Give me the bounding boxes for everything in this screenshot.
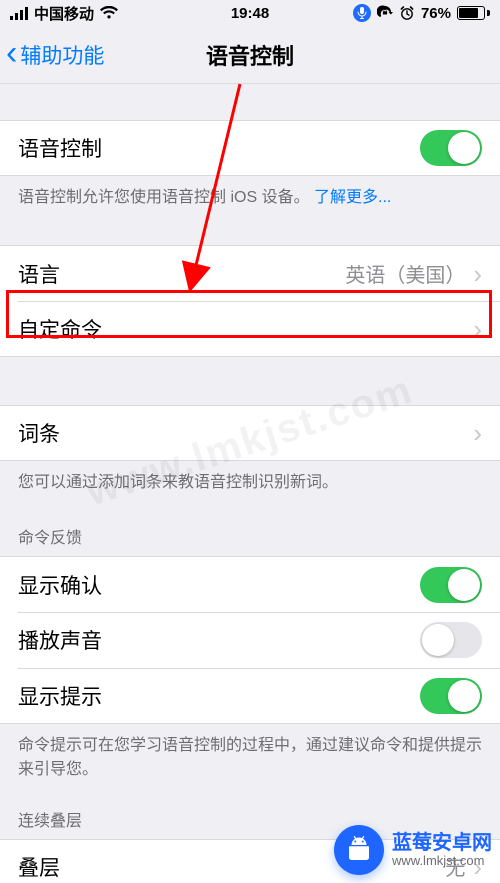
feedback-footer: 命令提示可在您学习语音控制的过程中，通过建议命令和提供提示来引导您。 [0, 724, 500, 780]
group-feedback: 命令反馈 显示确认 播放声音 显示提示 命令提示可在您学习语音控制的过程中，通过… [0, 524, 500, 780]
battery-icon [457, 6, 490, 20]
row-custom-commands[interactable]: 自定命令 › [0, 301, 500, 357]
play-sound-label: 播放声音 [18, 625, 420, 655]
wifi-icon [100, 6, 118, 20]
row-voice-control[interactable]: 语音控制 [0, 120, 500, 176]
brand-name: 蓝莓安卓网 [392, 832, 492, 854]
brand-logo-icon [334, 825, 384, 875]
custom-commands-label: 自定命令 [18, 314, 473, 344]
play-sound-switch[interactable] [420, 622, 482, 658]
back-button[interactable]: ‹ 辅助功能 [6, 26, 104, 83]
page-title: 语音控制 [206, 39, 294, 71]
voice-control-label: 语音控制 [18, 133, 420, 163]
brand-url: www.lmkjst.com [392, 854, 492, 868]
language-value: 英语（美国） [345, 259, 465, 288]
show-confirm-label: 显示确认 [18, 570, 420, 600]
voice-control-switch[interactable] [420, 130, 482, 166]
voice-control-footer: 语音控制允许您使用语音控制 iOS 设备。 了解更多... [0, 176, 500, 209]
carrier-label: 中国移动 [34, 3, 94, 24]
vocab-label: 词条 [18, 418, 473, 448]
voice-indicator-icon [353, 4, 371, 22]
status-bar: 中国移动 19:48 76% [0, 0, 500, 26]
nav-bar: ‹ 辅助功能 语音控制 [0, 26, 500, 84]
show-confirm-switch[interactable] [420, 567, 482, 603]
show-hints-switch[interactable] [420, 678, 482, 714]
row-language[interactable]: 语言 英语（美国） › [0, 245, 500, 301]
back-label: 辅助功能 [20, 40, 104, 70]
row-show-hints[interactable]: 显示提示 [0, 668, 500, 724]
language-label: 语言 [18, 259, 345, 289]
status-left: 中国移动 [10, 3, 118, 24]
show-hints-label: 显示提示 [18, 681, 420, 711]
status-right: 76% [353, 4, 490, 22]
row-play-sound[interactable]: 播放声音 [0, 612, 500, 668]
group-voice-control: 语音控制 语音控制允许您使用语音控制 iOS 设备。 了解更多... [0, 120, 500, 209]
row-show-confirm[interactable]: 显示确认 [0, 556, 500, 612]
learn-more-link[interactable]: 了解更多... [314, 189, 391, 206]
brand-overlay: 蓝莓安卓网 www.lmkjst.com [334, 825, 492, 875]
alarm-icon [399, 5, 415, 21]
row-vocab[interactable]: 词条 › [0, 405, 500, 461]
battery-percent: 76% [421, 5, 451, 22]
vocab-footer: 您可以通过添加词条来教语音控制识别新词。 [0, 461, 500, 494]
feedback-header: 命令反馈 [0, 524, 500, 556]
group-vocab: 词条 › 您可以通过添加词条来教语音控制识别新词。 [0, 405, 500, 494]
signal-icon [10, 7, 28, 20]
orientation-lock-icon [377, 5, 393, 21]
group-language: 语言 英语（美国） › 自定命令 › [0, 245, 500, 357]
screen: 中国移动 19:48 76% ‹ 辅助功能 [0, 0, 500, 883]
